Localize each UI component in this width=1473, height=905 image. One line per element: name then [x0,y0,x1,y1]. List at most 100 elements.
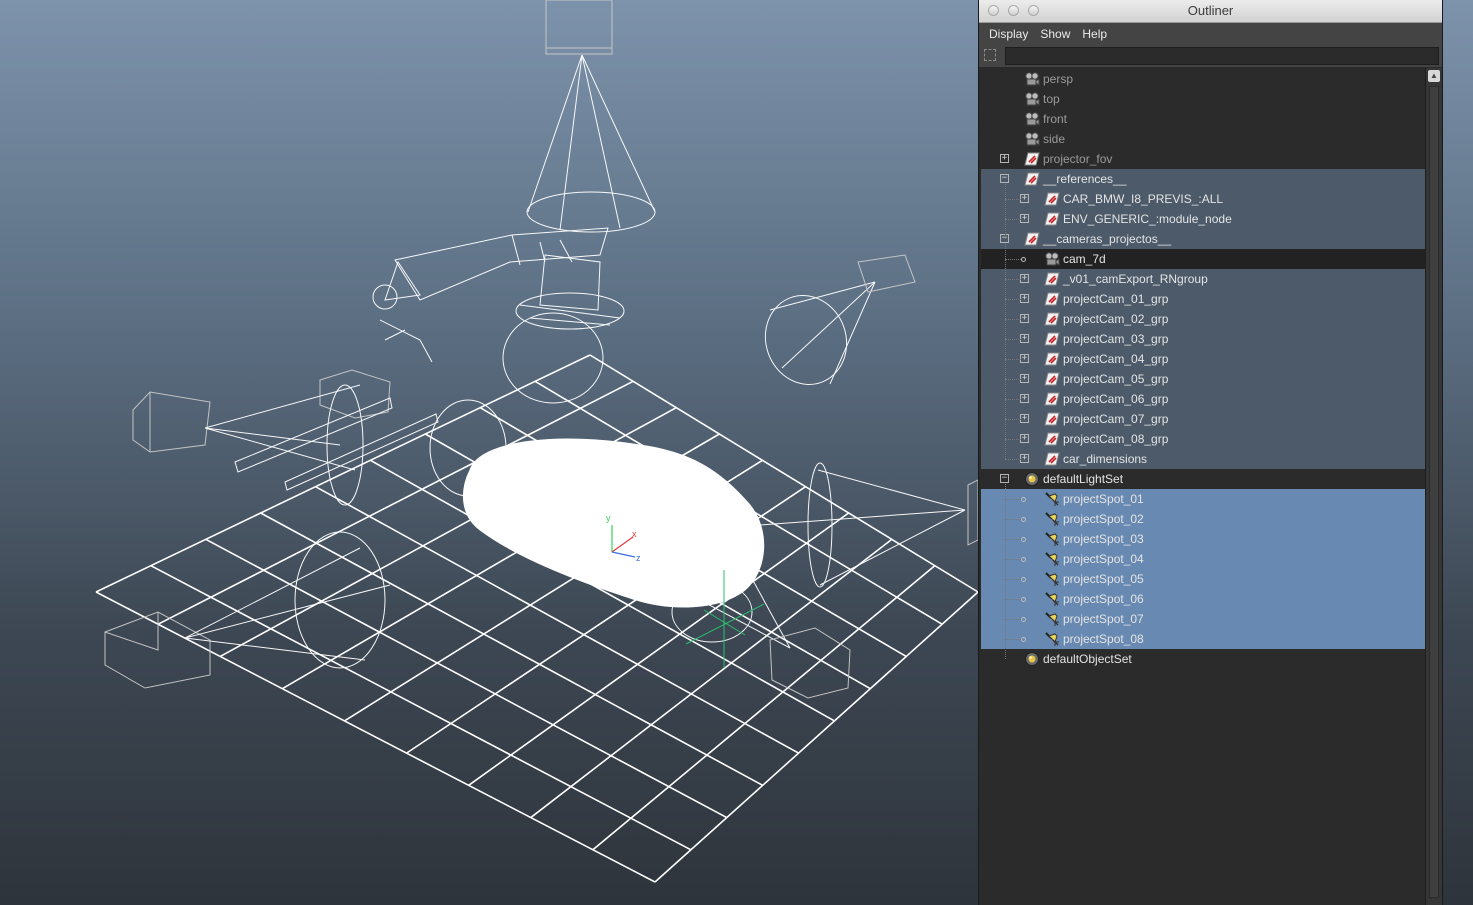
filter-selection-icon[interactable] [984,49,996,61]
outliner-row[interactable]: + projectCam_05_grp [981,369,1425,389]
leaf-connector-icon [1021,537,1026,542]
outliner-row[interactable]: projectSpot_02 [981,509,1425,529]
tree-connector-line [1005,219,1021,220]
outliner-row-label: __cameras_projectos__ [1043,232,1172,246]
vertical-scrollbar[interactable]: ▲ [1425,68,1442,905]
menu-show[interactable]: Show [1034,23,1076,45]
tree-connector-line [1005,459,1021,460]
scroll-up-arrow-icon[interactable]: ▲ [1428,70,1440,82]
leaf-connector-icon [1021,597,1026,602]
outliner-row[interactable]: projectSpot_03 [981,529,1425,549]
tree-connector-line [1005,279,1021,280]
outliner-tree[interactable]: persp top front side + projector_fov − __refere… [979,68,1425,905]
outliner-row[interactable]: + _v01_camExport_RNgroup [981,269,1425,289]
expand-plus-icon[interactable]: + [1020,294,1029,303]
viewport-3d[interactable]: y x z [0,0,978,905]
outliner-row-label: projectSpot_07 [1063,612,1144,626]
outliner-row[interactable]: + ENV_GENERIC_:module_node [981,209,1425,229]
outliner-row[interactable]: + projectCam_04_grp [981,349,1425,369]
axis-z-label: z [636,553,641,563]
tree-connector-line [1005,359,1021,360]
car-model [462,438,765,608]
close-button[interactable] [988,5,999,16]
tree-connector-line [1005,439,1021,440]
outliner-row-label: projector_fov [1043,152,1113,166]
outliner-row-label: projectSpot_08 [1063,632,1144,646]
outliner-row[interactable]: cam_7d [981,249,1425,269]
scroll-track[interactable] [1429,86,1439,898]
tree-connector-line [1005,199,1021,200]
collapse-minus-icon[interactable]: − [1000,174,1009,183]
expand-plus-icon[interactable]: + [1020,334,1029,343]
tree-connector-line [1005,259,1021,260]
outliner-row[interactable]: projectSpot_04 [981,549,1425,569]
outliner-row[interactable]: + projectCam_08_grp [981,429,1425,449]
expand-plus-icon[interactable]: + [1020,214,1029,223]
leaf-connector-icon [1021,577,1026,582]
outliner-row-label: projectSpot_05 [1063,572,1144,586]
outliner-row[interactable]: side [981,129,1425,149]
outliner-row[interactable]: projectSpot_08 [981,629,1425,649]
tree-connector-line [1005,579,1021,580]
menu-display[interactable]: Display [983,23,1034,45]
reference-node-icon [1044,191,1060,207]
outliner-row[interactable]: + projectCam_03_grp [981,329,1425,349]
window-titlebar[interactable]: Outliner [979,0,1442,23]
outliner-row[interactable]: − defaultLightSet [981,469,1425,489]
expand-plus-icon[interactable]: + [1020,274,1029,283]
outliner-row-label: side [1043,132,1066,146]
spotlight-icon [1044,531,1060,547]
spotlight-icon [1044,551,1060,567]
expand-plus-icon[interactable]: + [1020,454,1029,463]
outliner-row[interactable]: + projectCam_01_grp [981,289,1425,309]
outliner-row-label: projectSpot_06 [1063,592,1144,606]
expand-plus-icon[interactable]: + [1020,434,1029,443]
outliner-row[interactable]: projectSpot_01 [981,489,1425,509]
outliner-row[interactable]: + projectCam_06_grp [981,389,1425,409]
tree-connector-line [1005,379,1021,380]
minimize-button[interactable] [1008,5,1019,16]
tree-connector-line [1005,599,1021,600]
outliner-row[interactable]: + projector_fov [981,149,1425,169]
camera-icon [1024,71,1040,87]
outliner-row[interactable]: projectSpot_05 [981,569,1425,589]
camera-icon [1024,91,1040,107]
menu-help[interactable]: Help [1076,23,1113,45]
leaf-connector-icon [1021,497,1026,502]
expand-plus-icon[interactable]: + [1020,354,1029,363]
zoom-button[interactable] [1028,5,1039,16]
outliner-row[interactable]: top [981,89,1425,109]
outliner-row[interactable]: − __cameras_projectos__ [981,229,1425,249]
outliner-row[interactable]: projectSpot_06 [981,589,1425,609]
set-icon [1024,651,1040,667]
expand-plus-icon[interactable]: + [1020,394,1029,403]
leaf-connector-icon [1021,637,1026,642]
outliner-row[interactable]: defaultObjectSet [981,649,1425,669]
outliner-row[interactable]: + CAR_BMW_I8_PREVIS_:ALL [981,189,1425,209]
tree-connector-line [1005,339,1021,340]
tree-connector-line [1005,559,1021,560]
outliner-row[interactable]: + projectCam_07_grp [981,409,1425,429]
grid-line [95,591,656,883]
outliner-row[interactable]: + car_dimensions [981,449,1425,469]
outliner-row[interactable]: projectSpot_07 [981,609,1425,629]
outliner-row[interactable]: front [981,109,1425,129]
outliner-row-label: cam_7d [1063,252,1106,266]
reference-node-icon [1044,331,1060,347]
outliner-row[interactable]: persp [981,69,1425,89]
expand-plus-icon[interactable]: + [1020,414,1029,423]
outliner-row[interactable]: + projectCam_02_grp [981,309,1425,329]
crane-arm [384,227,609,301]
expand-plus-icon[interactable]: + [1020,374,1029,383]
outliner-row-label: projectSpot_03 [1063,532,1144,546]
outliner-row[interactable]: − __references__ [981,169,1425,189]
filter-input[interactable] [1005,47,1439,65]
expand-plus-icon[interactable]: + [1020,314,1029,323]
reference-node-icon [1044,351,1060,367]
axis-y-label: y [606,513,611,523]
reference-node-icon [1044,371,1060,387]
expand-plus-icon[interactable]: + [1020,194,1029,203]
tree-connector-line [1005,619,1021,620]
collapse-minus-icon[interactable]: − [1000,474,1009,483]
expand-plus-icon[interactable]: + [1000,154,1009,163]
